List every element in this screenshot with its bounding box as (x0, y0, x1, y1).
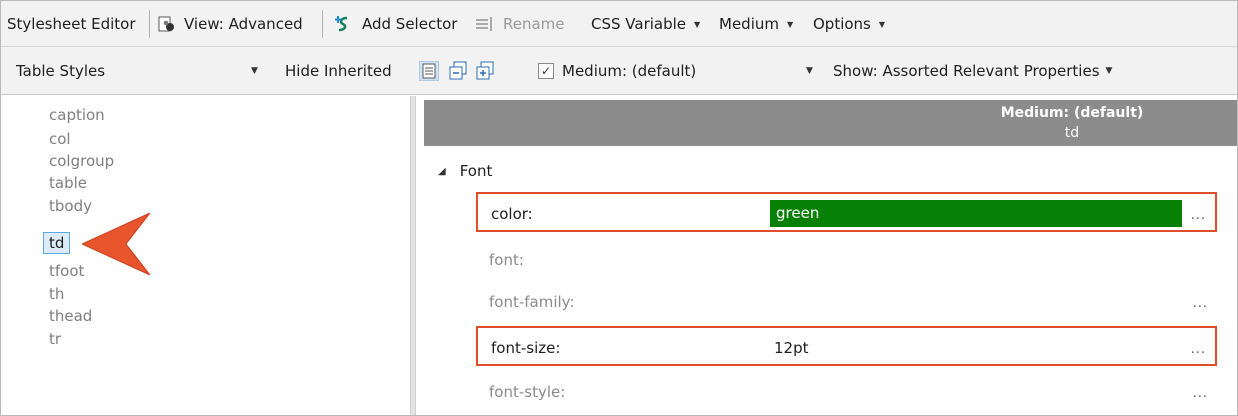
selector-item-td[interactable]: td (43, 232, 71, 254)
property-row-font[interactable]: font: (476, 240, 1217, 280)
property-value[interactable]: 12pt (774, 339, 809, 357)
font-group-label: Font (459, 162, 493, 180)
view-advanced-label: View: Advanced (184, 15, 303, 33)
main-toolbar: Stylesheet Editor View: Advanced Add Sel… (1, 1, 1237, 47)
toolbar-divider (322, 10, 323, 38)
rename-label: Rename (503, 15, 565, 33)
editor-title-label: Stylesheet Editor (7, 15, 136, 33)
properties-panel: Medium: (default) td ◢ Font color: green… (416, 96, 1237, 415)
collapse-all-icon[interactable] (448, 61, 468, 81)
show-properties-dropdown[interactable]: Show: Assorted Relevant Properties ▼ (833, 47, 1112, 95)
property-row-font-style[interactable]: font-style: ... (476, 372, 1217, 412)
medium-menu[interactable]: Medium ▼ (719, 1, 793, 47)
selector-item-colgroup[interactable]: colgroup (49, 152, 114, 170)
medium-header-title: Medium: (default) (1000, 105, 1144, 121)
property-row-font-size[interactable]: font-size: 12pt ... (476, 326, 1217, 366)
medium-header-selector: td (1064, 125, 1080, 141)
options-menu-label: Options (813, 15, 871, 33)
hide-inherited-label: Hide Inherited (285, 62, 392, 80)
view-advanced-button[interactable]: View: Advanced (157, 1, 303, 47)
secondary-toolbar: Table Styles ▼ Hide Inherited ✓ Medium: (1, 47, 1237, 95)
collapse-triangle-icon[interactable]: ◢ (438, 166, 446, 177)
property-value: green (776, 204, 820, 222)
dropdown-arrow-icon: ▼ (1105, 66, 1113, 76)
css-variable-label: CSS Variable (591, 15, 687, 33)
view-mode-icon[interactable] (418, 60, 440, 82)
add-selector-label: Add Selector (362, 15, 458, 33)
add-selector-icon (335, 16, 348, 32)
checkmark-icon[interactable]: ✓ (538, 63, 554, 79)
selector-item-caption[interactable]: caption (49, 106, 105, 124)
options-menu[interactable]: Options ▼ (813, 1, 885, 47)
css-variable-menu[interactable]: CSS Variable ▼ (591, 1, 700, 47)
font-group-header[interactable]: ◢ Font (438, 162, 492, 180)
property-name: font: (489, 251, 524, 269)
medium-default-label: Medium: (default) (562, 62, 697, 80)
dropdown-arrow-icon: ▼ (251, 66, 258, 76)
medium-default-checkbox[interactable]: ✓ Medium: (default) ▼ (538, 47, 819, 95)
callout-arrow-icon (82, 213, 151, 275)
rename-icon (476, 17, 492, 31)
property-name: color: (491, 205, 533, 223)
view-icon (158, 16, 174, 32)
more-options-button[interactable]: ... (1193, 296, 1208, 311)
selector-item-table[interactable]: table (49, 174, 87, 192)
rename-button[interactable]: Rename (475, 1, 565, 47)
property-name: font-family: (489, 293, 575, 311)
color-value-field[interactable]: green (770, 200, 1182, 227)
selector-item-tfoot[interactable]: tfoot (49, 262, 84, 280)
more-options-button[interactable]: ... (1191, 342, 1206, 357)
hide-inherited-button[interactable]: Hide Inherited (285, 47, 392, 95)
property-name: font-style: (489, 383, 566, 401)
more-options-button[interactable]: ... (1193, 386, 1208, 401)
dropdown-arrow-icon[interactable]: ▼ (806, 66, 813, 76)
dropdown-caret-icon: ▼ (694, 19, 701, 29)
property-row-color[interactable]: color: green ... (476, 192, 1217, 232)
table-styles-dropdown[interactable]: Table Styles ▼ (16, 47, 264, 95)
add-selector-button[interactable]: Add Selector (335, 1, 457, 47)
selector-item-th[interactable]: th (49, 285, 64, 303)
dropdown-caret-icon: ▼ (878, 19, 886, 29)
property-name: font-size: (491, 339, 561, 357)
expand-all-icon[interactable] (475, 61, 495, 81)
selector-item-thead[interactable]: thead (49, 307, 92, 325)
medium-column-header: Medium: (default) td (424, 100, 1237, 146)
selector-item-tr[interactable]: tr (49, 330, 61, 348)
selector-list: caption col colgroup table tbody td tfoo… (1, 96, 410, 415)
selector-item-col[interactable]: col (49, 130, 71, 148)
more-options-button[interactable]: ... (1191, 208, 1206, 223)
toolbar-divider (149, 10, 150, 38)
show-properties-value: Show: Assorted Relevant Properties (833, 62, 1100, 80)
medium-menu-label: Medium (719, 15, 779, 33)
dropdown-caret-icon: ▼ (786, 19, 794, 29)
editor-title: Stylesheet Editor (7, 1, 136, 47)
table-styles-value: Table Styles (16, 62, 106, 80)
property-row-font-family[interactable]: font-family: ... (476, 282, 1217, 322)
